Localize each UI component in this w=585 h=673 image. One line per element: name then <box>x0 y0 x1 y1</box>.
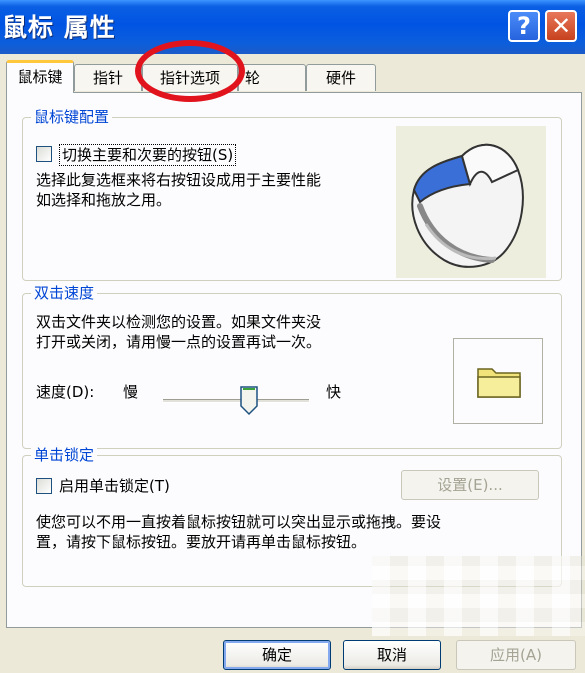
cancel-button[interactable]: 取消 <box>343 640 441 670</box>
tab-panel: 鼠标键配置 切换主要和次要的按钮(S) 选择此复选框来将右按钮设成用于主要性能 … <box>6 92 582 628</box>
slow-label: 慢 <box>123 383 139 401</box>
click-lock-checkbox[interactable] <box>36 478 52 494</box>
speed-slider-track[interactable] <box>163 399 309 403</box>
watermark-blur <box>372 556 585 636</box>
tab-pointer-options[interactable]: 指针选项 <box>142 64 238 91</box>
click-lock-legend: 单击锁定 <box>31 445 98 465</box>
window-title: 鼠标 属性 <box>2 13 116 42</box>
close-icon: ✕ <box>550 12 572 40</box>
help-button[interactable]: ? <box>508 10 540 42</box>
button-config-group: 鼠标键配置 切换主要和次要的按钮(S) 选择此复选框来将右按钮设成用于主要性能 … <box>22 107 562 281</box>
button-config-desc-2: 如选择和拖放之用。 <box>36 191 172 209</box>
double-click-desc-2: 打开或关闭，请用慢一点的设置再试一次。 <box>36 333 322 351</box>
mouse-illustration <box>411 143 524 268</box>
folder-icon <box>477 368 521 398</box>
tab-mouse-buttons[interactable]: 鼠标键 <box>6 60 74 93</box>
ok-button[interactable]: 确定 <box>223 640 331 670</box>
apply-button[interactable]: 应用(A) <box>456 640 576 670</box>
speed-slider-thumb[interactable] <box>239 386 259 416</box>
tab-hardware[interactable]: 硬件 <box>306 64 376 91</box>
click-lock-label[interactable]: 启用单击锁定(T) <box>59 476 170 496</box>
tab-wheel[interactable]: 轮 <box>238 64 306 91</box>
click-lock-settings-button[interactable]: 设置(E)... <box>401 470 539 500</box>
switch-buttons-label[interactable]: 切换主要和次要的按钮(S) <box>59 144 237 166</box>
mouse-illustration-box <box>396 126 546 278</box>
test-folder-area[interactable] <box>453 338 543 424</box>
close-button[interactable]: ✕ <box>545 10 577 42</box>
click-lock-desc-2: 置，请按下鼠标按钮。要放开请再单击鼠标按钮。 <box>36 533 367 551</box>
tab-pointers[interactable]: 指针 <box>74 64 142 91</box>
button-config-desc-1: 选择此复选框来将右按钮设成用于主要性能 <box>36 171 322 189</box>
button-config-legend: 鼠标键配置 <box>31 107 113 127</box>
title-bar: 鼠标 属性 ? ✕ <box>0 0 585 54</box>
double-click-legend: 双击速度 <box>31 283 98 303</box>
double-click-group: 双击速度 双击文件夹以检测您的设置。如果文件夹没 打开或关闭，请用慢一点的设置再… <box>22 283 562 449</box>
switch-buttons-checkbox[interactable] <box>36 146 52 162</box>
fast-label: 快 <box>326 383 342 401</box>
double-click-desc-1: 双击文件夹以检测您的设置。如果文件夹没 <box>36 313 322 331</box>
speed-label: 速度(D): <box>36 383 95 401</box>
click-lock-desc-1: 使您可以不用一直按着鼠标按钮就可以突出显示或拖拽。要设 <box>36 513 442 531</box>
help-icon: ? <box>517 12 531 40</box>
